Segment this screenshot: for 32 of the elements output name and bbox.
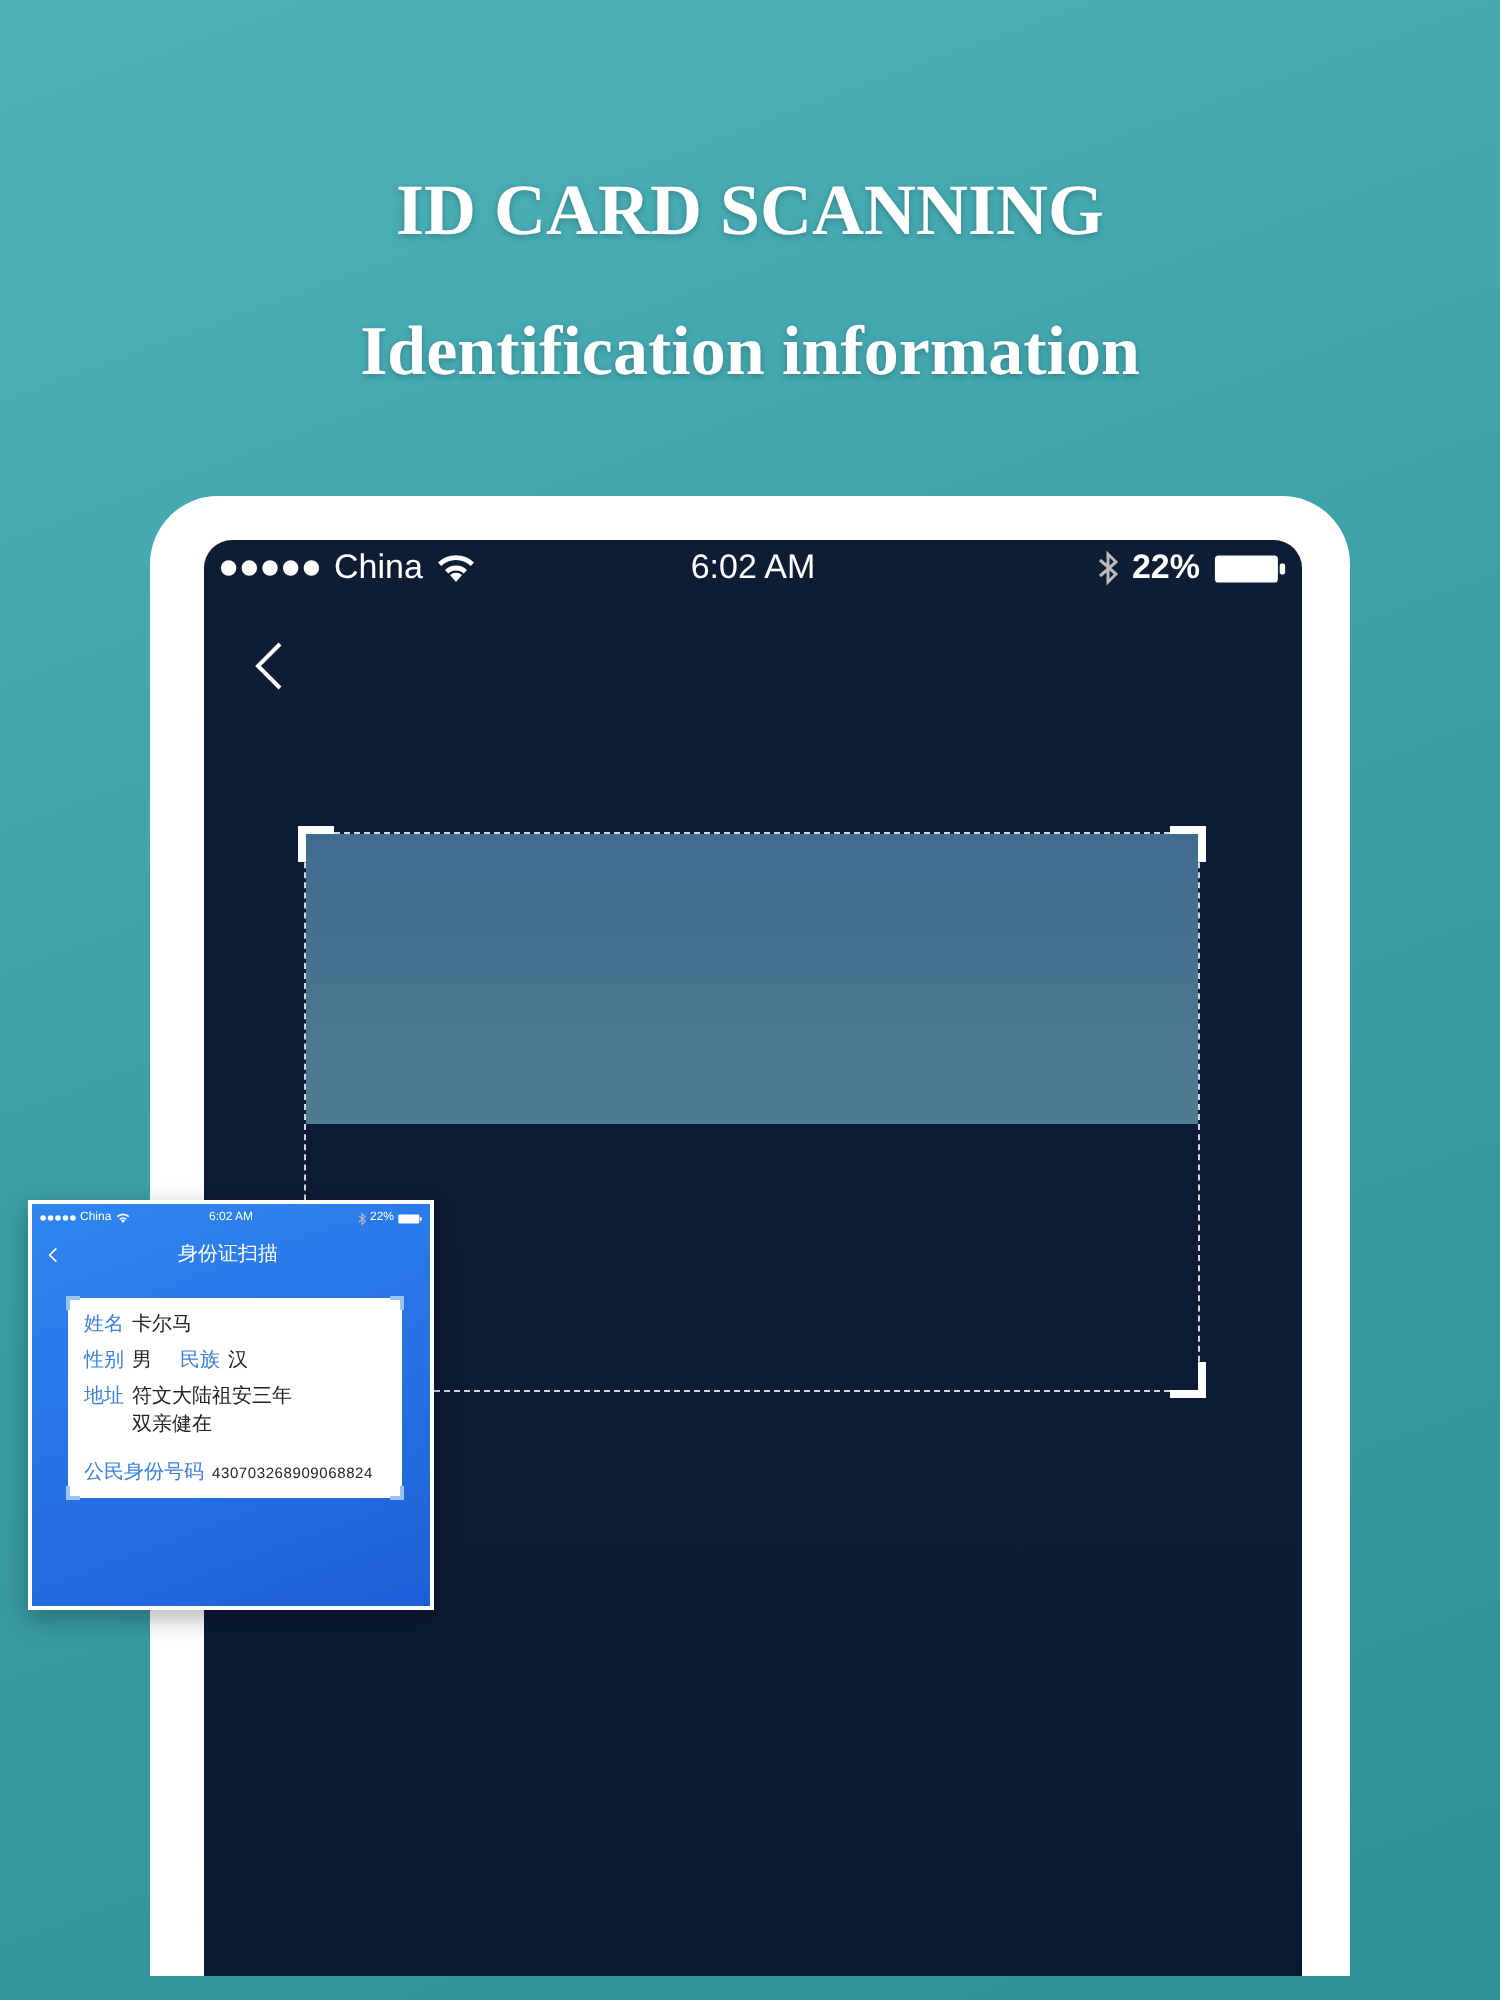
battery-percent: 22% xyxy=(1131,548,1200,588)
corner-bracket xyxy=(1170,1362,1206,1398)
field-value: 男 xyxy=(132,1348,152,1374)
page-subtitle: Identification information xyxy=(360,312,1140,392)
back-icon[interactable] xyxy=(252,640,284,692)
bluetooth-icon xyxy=(358,1211,366,1225)
corner-bracket xyxy=(298,826,334,862)
carrier-name: China xyxy=(334,548,423,588)
corner-bracket xyxy=(66,1296,80,1310)
field-label: 姓名 xyxy=(84,1312,124,1338)
battery-icon xyxy=(1214,553,1286,583)
corner-bracket xyxy=(66,1486,80,1500)
corner-bracket xyxy=(1170,826,1206,862)
wifi-icon xyxy=(436,552,477,584)
field-value: 符文大陆祖安三年 xyxy=(132,1383,292,1410)
page-title: ID CARD SCANNING xyxy=(395,168,1105,252)
field-label: 性别 xyxy=(84,1347,124,1374)
field-label: 公民身份号码 xyxy=(84,1460,204,1486)
corner-bracket xyxy=(390,1296,404,1310)
field-label: 地址 xyxy=(84,1383,124,1412)
signal-dots-icon xyxy=(40,1214,76,1222)
field-label: 民族 xyxy=(180,1347,220,1374)
wifi-icon xyxy=(115,1212,130,1224)
screen-title: 身份证扫描 xyxy=(176,1241,280,1268)
field-value: 汉 xyxy=(228,1348,248,1374)
signal-dots-icon xyxy=(220,558,320,578)
status-time: 6:02 AM xyxy=(690,548,816,588)
corner-bracket xyxy=(390,1486,404,1500)
battery-icon xyxy=(398,1213,423,1223)
field-value: 双亲健在 xyxy=(132,1411,214,1438)
field-value: 卡尔马 xyxy=(132,1311,192,1338)
bluetooth-icon xyxy=(1097,550,1118,586)
